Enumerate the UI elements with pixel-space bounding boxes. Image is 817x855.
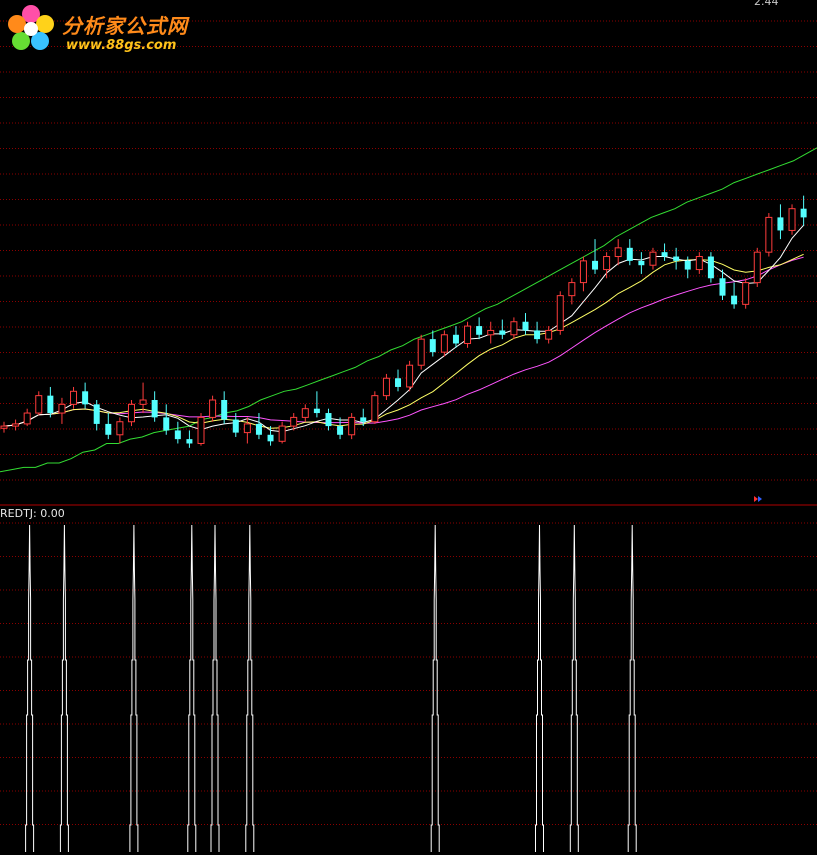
candle-body (371, 395, 379, 423)
scroll-arrows-icon[interactable] (754, 496, 762, 502)
candle-body (579, 260, 587, 284)
candle-body (163, 417, 170, 431)
ma5-path (3, 224, 804, 433)
candle-body (753, 251, 761, 284)
candle-body (614, 247, 622, 258)
candle-body (337, 426, 344, 435)
candlestick-series (0, 195, 807, 448)
ma5-line (3, 224, 804, 433)
candle-body (313, 408, 320, 414)
flower-logo-icon (8, 5, 54, 50)
candle-body (603, 256, 611, 271)
watermark-logo: 分析家公式网 www.88gs.com (6, 4, 206, 54)
candle-body (707, 256, 714, 279)
candle-body (127, 403, 135, 423)
candle-body (0, 425, 8, 429)
indicator-label: REDTJ: 0.00 (0, 507, 65, 520)
candle-body (592, 260, 599, 270)
candle-body (499, 330, 506, 335)
redtj-signal-series (25, 524, 637, 852)
signal-spike (245, 524, 255, 852)
candle-body (395, 378, 402, 387)
candle-body (638, 260, 645, 266)
candle-body (522, 321, 529, 331)
candle-body (47, 395, 54, 414)
candle-body (197, 416, 205, 444)
candle-body (382, 377, 390, 397)
signal-spike (210, 524, 220, 852)
candle-body (360, 417, 367, 422)
candle-body (800, 208, 807, 218)
candle-body (452, 334, 459, 344)
candle-body (661, 252, 668, 257)
candle-body (221, 400, 228, 420)
candle-body (174, 430, 181, 440)
candle-body (765, 216, 773, 253)
candle-body (731, 295, 738, 305)
candle-body (626, 247, 633, 261)
candle-body (534, 330, 541, 340)
candle-body (186, 439, 193, 444)
ma10-path (3, 253, 804, 429)
signal-spike (569, 524, 579, 852)
candle-body (35, 395, 43, 414)
candle-body (545, 329, 553, 340)
candle-body (209, 399, 217, 418)
signal-spike (59, 524, 69, 852)
ma20-line (3, 256, 804, 427)
candle-body (105, 423, 112, 435)
candle-body (742, 282, 750, 305)
candle-body (440, 334, 448, 353)
signal-spike (627, 524, 637, 852)
candle-body (673, 256, 680, 261)
candle-body (325, 413, 332, 427)
signal-spike (129, 524, 139, 852)
candle-body (684, 260, 691, 270)
candle-body (348, 416, 356, 436)
candle-body (695, 256, 703, 271)
candle-body (12, 423, 20, 427)
candle-body (290, 416, 298, 427)
candle-body (151, 400, 158, 418)
candle-body (278, 425, 286, 442)
candle-body (116, 421, 124, 436)
candle-body (719, 278, 726, 296)
candle-body (243, 423, 251, 434)
candle-body (487, 329, 495, 336)
candle-body (777, 217, 784, 231)
chart-canvas (0, 20, 817, 852)
signal-spike (25, 524, 35, 852)
candle-body (255, 423, 262, 435)
candle-body (568, 282, 576, 297)
candle-body (82, 391, 89, 405)
top-price-label: 2.44 (754, 0, 779, 8)
signal-spike (535, 524, 544, 852)
candle-body (70, 390, 78, 405)
candle-body (649, 251, 657, 266)
candle-body (267, 434, 274, 442)
signal-spike (187, 524, 197, 852)
candle-body (139, 399, 147, 405)
ma10-line (3, 253, 804, 429)
watermark-title: 分析家公式网 (62, 14, 188, 38)
ma20-path (3, 256, 804, 427)
candle-body (301, 408, 309, 418)
candle-body (476, 326, 483, 335)
candle-body (23, 412, 31, 425)
candle-body (510, 321, 518, 336)
candle-body (429, 339, 436, 353)
watermark-url: www.88gs.com (66, 38, 177, 53)
candle-body (58, 403, 66, 414)
candle-body (406, 364, 414, 388)
candle-body (417, 338, 425, 366)
candle-body (788, 208, 796, 231)
candle-body (556, 295, 564, 331)
signal-spike (430, 524, 440, 852)
candle-body (232, 419, 239, 433)
candle-body (93, 404, 100, 424)
candle-body (464, 325, 472, 344)
